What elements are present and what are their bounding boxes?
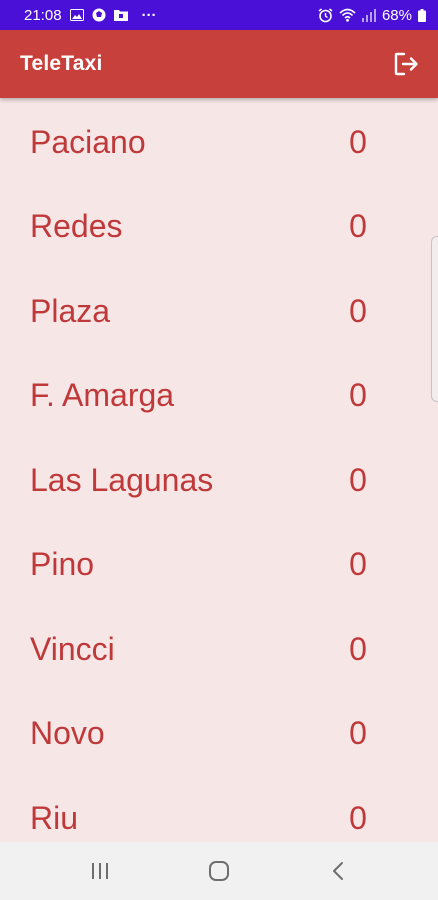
- stop-name: Redes: [30, 208, 123, 245]
- stop-name: Vincci: [30, 630, 115, 667]
- logout-icon: [394, 52, 418, 76]
- stop-name: Riu: [30, 799, 79, 836]
- more-notifications-indicator: ···: [141, 6, 157, 24]
- home-button[interactable]: [189, 851, 249, 891]
- status-left: 21:08 ···: [24, 7, 157, 24]
- recent-apps-button[interactable]: [70, 851, 130, 891]
- stop-count: 0: [349, 123, 367, 160]
- app-bar: TeleTaxi: [0, 30, 438, 98]
- stop-name: F. Amarga: [30, 377, 175, 414]
- stop-count: 0: [349, 208, 367, 245]
- list-item[interactable]: Paciano 0: [0, 100, 438, 185]
- list-item[interactable]: Pino 0: [0, 523, 438, 608]
- list-item[interactable]: Riu 0: [0, 776, 438, 842]
- stop-name: Pino: [30, 546, 95, 583]
- back-button[interactable]: [308, 851, 368, 891]
- list-item[interactable]: Redes 0: [0, 185, 438, 270]
- stop-count: 0: [349, 292, 367, 329]
- home-icon: [208, 861, 229, 881]
- stop-count: 0: [349, 799, 367, 836]
- signal-icon: [361, 8, 376, 22]
- list-item[interactable]: Novo 0: [0, 692, 438, 777]
- recent-apps-icon: [91, 863, 108, 879]
- battery-percent: 68%: [381, 6, 412, 24]
- list-item[interactable]: Plaza 0: [0, 269, 438, 354]
- stop-count: 0: [349, 715, 367, 752]
- stop-count: 0: [349, 377, 367, 414]
- scroll-handle[interactable]: [431, 236, 438, 402]
- list-item[interactable]: Las Lagunas 0: [0, 438, 438, 523]
- stop-name: Paciano: [30, 123, 146, 160]
- battery-icon: [418, 8, 426, 22]
- stop-name: Novo: [30, 715, 105, 752]
- stop-name: Las Lagunas: [30, 461, 214, 498]
- status-time: 21:08: [24, 6, 62, 24]
- alarm-icon: [318, 7, 333, 23]
- status-right: 68%: [318, 7, 426, 24]
- stop-count: 0: [349, 461, 367, 498]
- wifi-icon: [339, 8, 356, 22]
- stop-count: 0: [349, 546, 367, 583]
- soccer-notification-icon: [92, 8, 106, 22]
- back-icon: [333, 862, 344, 880]
- gallery-notification-icon: [69, 9, 84, 21]
- app-title: TeleTaxi: [20, 52, 103, 75]
- stop-count: 0: [349, 630, 367, 667]
- folder-notification-icon: [113, 9, 128, 21]
- stop-name: Plaza: [30, 292, 111, 329]
- list-item[interactable]: Vincci 0: [0, 607, 438, 692]
- taxi-stop-list[interactable]: Paciano 0 Redes 0 Plaza 0 F. Amarga 0 La…: [0, 98, 438, 842]
- status-bar: 21:08 ··· 68%: [0, 0, 438, 30]
- list-item[interactable]: F. Amarga 0: [0, 354, 438, 439]
- navigation-bar: [0, 842, 438, 900]
- logout-button[interactable]: [390, 47, 424, 81]
